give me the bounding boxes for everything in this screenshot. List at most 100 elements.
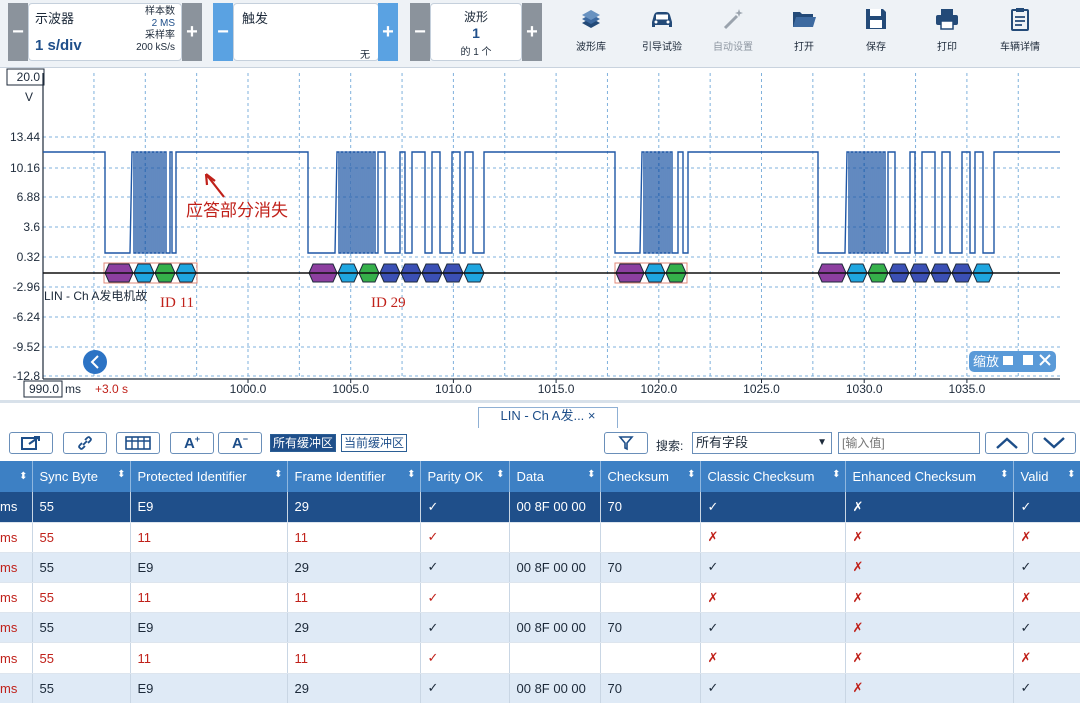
floppy-icon bbox=[866, 9, 886, 29]
sort-icon[interactable]: ⬍ bbox=[832, 469, 840, 480]
cell-enhanced: ✗ bbox=[845, 522, 1014, 553]
cell-fid: 29 bbox=[287, 492, 421, 523]
decode-tab[interactable]: LIN - Ch A发... × bbox=[478, 404, 618, 428]
cell-checksum bbox=[600, 582, 701, 614]
y-tick-label: 10.16 bbox=[10, 161, 40, 175]
search-field-select[interactable]: 所有字段 ▼ bbox=[692, 432, 832, 454]
waveform-plot[interactable]: 20.0 V 13.44 10.16 6.88 3.6 0.32 -2.96 -6.24 -9.5… bbox=[0, 68, 1080, 400]
timebase-minus-button[interactable]: − bbox=[8, 3, 28, 61]
columns-button[interactable] bbox=[116, 432, 160, 454]
chevron-up-icon bbox=[996, 437, 1018, 449]
channel-label: LIN - Ch A发电机故 bbox=[44, 288, 147, 303]
trigger-plus-button[interactable]: + bbox=[378, 3, 398, 61]
folder-icon bbox=[793, 12, 816, 27]
x-tick-label: 1005.0 bbox=[332, 382, 369, 396]
col-valid[interactable]: Valid ⬍ bbox=[1013, 461, 1080, 492]
font-decrease-button[interactable]: A− bbox=[218, 432, 262, 454]
col-parity-ok[interactable]: Parity OK ⬍ bbox=[420, 461, 510, 492]
col-sync-byte[interactable]: Sync Byte ⬍ bbox=[32, 461, 131, 492]
waveform-plus-button[interactable]: + bbox=[522, 3, 542, 61]
x-tick-label: 1015.0 bbox=[538, 382, 575, 396]
scroll-left-button[interactable] bbox=[83, 350, 107, 374]
col-classic-checksum[interactable]: Classic Checksum ⬍ bbox=[700, 461, 846, 492]
font-increase-button[interactable]: A+ bbox=[170, 432, 214, 454]
table-body[interactable]: ms 55 E9 29 ✓ 00 8F 00 00 70 ✓ ✗ ✓ ms 55 11 11 ✓ ✗ ✗ ✗ ms 5… bbox=[0, 492, 1080, 703]
guided-test-button[interactable]: 引导试验 bbox=[632, 4, 692, 60]
save-button[interactable]: 保存 bbox=[846, 4, 906, 60]
col-checksum[interactable]: Checksum ⬍ bbox=[600, 461, 701, 492]
filter-button[interactable] bbox=[604, 432, 648, 454]
scope-control[interactable]: 示波器 1 s/div 样本数 2 MS 采样率 200 kS/s bbox=[28, 3, 182, 61]
col-frame-identifier[interactable]: Frame Identifier ⬍ bbox=[287, 461, 421, 492]
y-tick-label: -6.24 bbox=[13, 310, 41, 324]
y-axis: 20.0 V 13.44 10.16 6.88 3.6 0.32 -2.96 -6.24 -9.5… bbox=[6, 68, 45, 383]
sort-icon[interactable]: ⬍ bbox=[274, 469, 282, 480]
table-row[interactable]: ms 55 11 11 ✓ ✗ ✗ ✗ bbox=[0, 582, 1080, 614]
current-buffer-toggle[interactable]: 当前缓冲区 bbox=[341, 434, 408, 452]
time-offset: +3.0 s bbox=[95, 382, 128, 396]
search-next-button[interactable] bbox=[1032, 432, 1076, 454]
y-tick-label: 3.6 bbox=[23, 220, 40, 234]
sort-icon[interactable]: ⬍ bbox=[496, 469, 504, 480]
timebase-plus-button[interactable]: + bbox=[182, 3, 202, 61]
waveform-control[interactable]: 波形 1 的 1 个 bbox=[430, 3, 522, 61]
sort-icon[interactable]: ⬍ bbox=[687, 469, 695, 480]
all-buffers-toggle[interactable]: 所有缓冲区 bbox=[270, 434, 337, 452]
cell-valid: ✓ bbox=[1013, 552, 1080, 584]
sort-icon[interactable]: ⬍ bbox=[407, 469, 415, 480]
zoom-minimize-icon[interactable] bbox=[1003, 356, 1013, 365]
cell-valid: ✗ bbox=[1013, 582, 1080, 614]
table-row[interactable]: ms 55 E9 29 ✓ 00 8F 00 00 70 ✓ ✗ ✓ bbox=[0, 673, 1080, 703]
print-button[interactable]: 打印 bbox=[917, 4, 977, 60]
cell-classic: ✓ bbox=[700, 612, 846, 644]
cell-data: 00 8F 00 00 bbox=[509, 612, 601, 644]
cell-valid: ✓ bbox=[1013, 612, 1080, 644]
cell-time: ms bbox=[0, 582, 33, 614]
table-row[interactable]: ms 55 E9 29 ✓ 00 8F 00 00 70 ✓ ✗ ✓ bbox=[0, 492, 1080, 523]
waveform-count: 的 1 个 bbox=[460, 47, 492, 58]
cell-checksum bbox=[600, 522, 701, 553]
search-input[interactable] bbox=[838, 432, 980, 454]
open-button[interactable]: 打开 bbox=[774, 4, 834, 60]
export-button[interactable] bbox=[9, 432, 53, 454]
col-data[interactable]: Data ⬍ bbox=[509, 461, 601, 492]
waveform-minus-button[interactable]: − bbox=[410, 3, 430, 61]
col-protected-identifier[interactable]: Protected Identifier ⬍ bbox=[130, 461, 288, 492]
search-prev-button[interactable] bbox=[985, 432, 1029, 454]
table-row[interactable]: ms 55 11 11 ✓ ✗ ✗ ✗ bbox=[0, 522, 1080, 553]
table-row[interactable]: ms 55 E9 29 ✓ 00 8F 00 00 70 ✓ ✗ ✓ bbox=[0, 552, 1080, 584]
save-label: 保存 bbox=[866, 42, 886, 53]
trigger-control[interactable]: 触发 无 bbox=[233, 3, 379, 61]
auto-setup-button[interactable]: 自动设置 bbox=[703, 4, 763, 60]
filter-icon bbox=[618, 436, 634, 451]
col-enhanced-checksum[interactable]: Enhanced Checksum ⬍ bbox=[845, 461, 1014, 492]
scope-label: 示波器 bbox=[35, 11, 75, 26]
sort-icon[interactable]: ⬍ bbox=[1067, 469, 1075, 480]
zoom-window-icon[interactable] bbox=[1023, 355, 1033, 365]
cell-data: 00 8F 00 00 bbox=[509, 492, 601, 523]
link-button[interactable] bbox=[63, 432, 107, 454]
trigger-minus-button[interactable]: − bbox=[213, 3, 233, 61]
cell-valid: ✓ bbox=[1013, 492, 1080, 523]
x-tick-label: 1025.0 bbox=[743, 382, 780, 396]
trigger-label: 触发 bbox=[242, 11, 269, 26]
id-label-29: ID 29 bbox=[371, 295, 406, 311]
toolbar: − 示波器 1 s/div 样本数 2 MS 采样率 200 kS/s + − … bbox=[0, 0, 1080, 68]
decode-table[interactable]: ⬍ Sync Byte ⬍ Protected Identifier ⬍ Frame Id… bbox=[0, 461, 1080, 703]
column-title: Frame Identifier bbox=[294, 469, 386, 484]
table-row[interactable]: ms 55 11 11 ✓ ✗ ✗ ✗ bbox=[0, 642, 1080, 674]
sort-icon[interactable]: ⬍ bbox=[19, 471, 27, 482]
x-tick-label: 1030.0 bbox=[846, 382, 883, 396]
vehicle-details-button[interactable]: 车辆详情 bbox=[990, 4, 1050, 60]
table-row[interactable]: ms 55 E9 29 ✓ 00 8F 00 00 70 ✓ ✗ ✓ bbox=[0, 612, 1080, 644]
cell-fid: 29 bbox=[287, 552, 421, 584]
cell-time: ms bbox=[0, 642, 33, 674]
waveform-library-button[interactable]: 波形库 bbox=[561, 4, 621, 60]
cell-data bbox=[509, 582, 601, 614]
sort-icon[interactable]: ⬍ bbox=[1000, 469, 1008, 480]
scope-view[interactable]: 20.0 V 13.44 10.16 6.88 3.6 0.32 -2.96 -6.24 -9.5… bbox=[0, 68, 1080, 400]
sort-icon[interactable]: ⬍ bbox=[587, 469, 595, 480]
sort-icon[interactable]: ⬍ bbox=[117, 469, 125, 480]
tab-close-icon[interactable]: × bbox=[588, 408, 596, 423]
col-time[interactable]: ⬍ bbox=[0, 461, 33, 492]
